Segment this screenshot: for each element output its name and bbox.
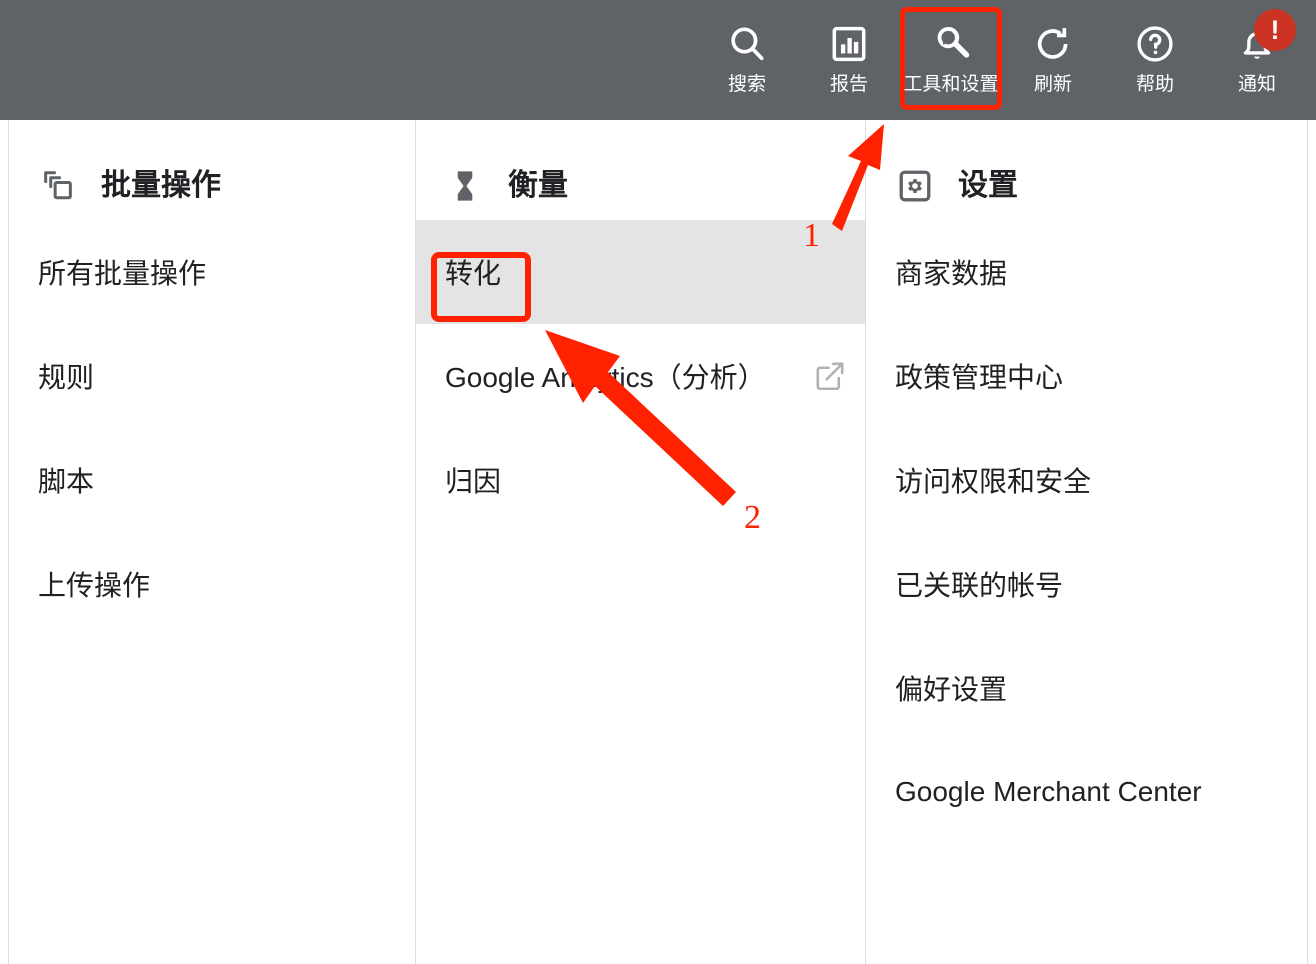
column-title-settings: 设置	[958, 169, 1018, 202]
notifications-button[interactable]: ! 通知	[1206, 7, 1308, 110]
tools-and-settings-label: 工具和设置	[903, 74, 999, 95]
column-header-measurement: 衡量	[416, 158, 865, 214]
search-icon	[726, 21, 768, 67]
help-button[interactable]: 帮助	[1104, 7, 1206, 110]
refresh-button[interactable]: 刷新	[1002, 7, 1104, 110]
menu-item-attribution[interactable]: 归因	[416, 428, 865, 532]
menu-item-rules[interactable]: 规则	[9, 324, 415, 428]
notification-badge: !	[1254, 9, 1296, 51]
bar-chart-icon	[828, 21, 870, 67]
external-link-icon	[813, 359, 847, 393]
menu-item-all-bulk-actions[interactable]: 所有批量操作	[9, 220, 415, 324]
reports-button[interactable]: 报告	[798, 7, 900, 110]
menu-item-label: 所有批量操作	[38, 258, 207, 289]
help-label: 帮助	[1135, 74, 1174, 95]
menu-item-label: Google Analytics（分析）	[445, 362, 766, 393]
notifications-label: 通知	[1237, 74, 1276, 95]
menu-item-upload-actions[interactable]: 上传操作	[9, 532, 415, 636]
menu-item-label: 商家数据	[895, 258, 1008, 289]
column-title-measurement: 衡量	[508, 169, 568, 202]
top-bar-action-group: 搜索 报告 工具和设置 刷新 帮助 ! 通知	[696, 0, 1308, 120]
column-measurement: 衡量 转化 Google Analytics（分析） 归因	[415, 120, 865, 964]
column-header-settings: 设置	[866, 158, 1307, 214]
menu-item-label: 访问权限和安全	[895, 466, 1092, 497]
menu-item-preferences[interactable]: 偏好设置	[866, 636, 1307, 740]
menu-item-google-analytics[interactable]: Google Analytics（分析）	[416, 324, 865, 428]
menu-item-label: 政策管理中心	[895, 362, 1064, 393]
menu-item-label: 归因	[445, 466, 502, 497]
menu-item-label: 转化	[445, 258, 502, 289]
menu-item-label: 上传操作	[38, 570, 151, 601]
refresh-label: 刷新	[1033, 74, 1072, 95]
menu-item-label: 脚本	[38, 466, 95, 497]
refresh-icon	[1032, 21, 1074, 67]
column-header-bulk-actions: 批量操作	[9, 158, 415, 214]
wrench-icon	[930, 21, 972, 67]
menu-item-google-merchant-center[interactable]: Google Merchant Center	[866, 740, 1307, 844]
search-label: 搜索	[727, 74, 766, 95]
menu-item-label: 规则	[38, 362, 95, 393]
menu-list-bulk-actions: 所有批量操作 规则 脚本 上传操作	[9, 220, 415, 636]
menu-item-policy-manager[interactable]: 政策管理中心	[866, 324, 1307, 428]
column-bulk-actions: 批量操作 所有批量操作 规则 脚本 上传操作	[8, 120, 415, 964]
menu-list-measurement: 转化 Google Analytics（分析） 归因	[416, 220, 865, 532]
column-title-bulk-actions: 批量操作	[101, 169, 221, 202]
menu-item-label: Google Merchant Center	[895, 776, 1202, 807]
help-circle-icon	[1134, 21, 1176, 67]
menu-item-scripts[interactable]: 脚本	[9, 428, 415, 532]
search-button[interactable]: 搜索	[696, 7, 798, 110]
menu-item-label: 偏好设置	[895, 674, 1008, 705]
hourglass-icon	[444, 165, 486, 207]
menu-item-business-data[interactable]: 商家数据	[866, 220, 1307, 324]
menu-item-conversions[interactable]: 转化	[416, 220, 865, 324]
layers-icon	[37, 165, 79, 207]
menu-item-linked-accounts[interactable]: 已关联的帐号	[866, 532, 1307, 636]
menu-item-label: 已关联的帐号	[895, 570, 1064, 601]
settings-gear-icon	[894, 165, 936, 207]
menu-list-settings: 商家数据 政策管理中心 访问权限和安全 已关联的帐号 偏好设置 Google M…	[866, 220, 1307, 844]
tools-and-settings-menu-panel: 批量操作 所有批量操作 规则 脚本 上传操作 衡量 转化 Google Anal…	[0, 120, 1316, 964]
reports-label: 报告	[829, 74, 868, 95]
top-app-bar: 搜索 报告 工具和设置 刷新 帮助 ! 通知	[0, 0, 1316, 120]
column-settings: 设置 商家数据 政策管理中心 访问权限和安全 已关联的帐号 偏好设置 Googl…	[865, 120, 1308, 964]
tools-and-settings-button[interactable]: 工具和设置	[900, 7, 1002, 110]
menu-item-access-and-security[interactable]: 访问权限和安全	[866, 428, 1307, 532]
